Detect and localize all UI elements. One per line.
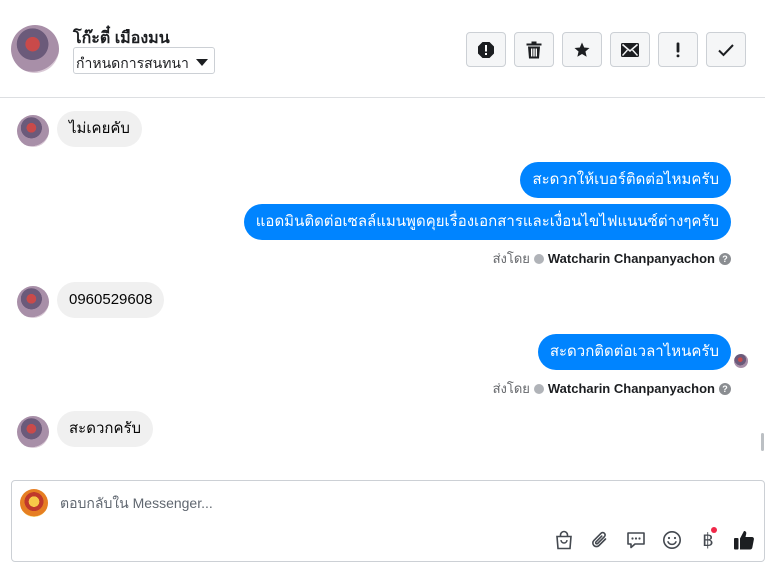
contact-avatar[interactable] bbox=[11, 25, 59, 73]
contact-message-avatar bbox=[17, 115, 49, 147]
notification-dot bbox=[711, 527, 717, 533]
saved-replies-button[interactable] bbox=[625, 529, 647, 551]
sent-by-label: ส่งโดย bbox=[492, 251, 530, 266]
mark-unread-button[interactable] bbox=[610, 32, 650, 67]
trash-icon bbox=[526, 41, 542, 58]
attach-file-button[interactable] bbox=[589, 529, 611, 551]
saved-replies-icon bbox=[627, 532, 645, 549]
help-icon[interactable]: ? bbox=[719, 252, 731, 265]
help-icon[interactable]: ? bbox=[719, 382, 731, 395]
message-thread[interactable]: ไม่เคยคับ สะดวกให้เบอร์ติดต่อไหมครับ แอด… bbox=[0, 98, 765, 478]
incoming-message[interactable]: 0960529608 bbox=[57, 282, 165, 318]
emoji-button[interactable] bbox=[661, 529, 683, 551]
sender-name[interactable]: Watcharin Chanpanyachon bbox=[548, 381, 715, 396]
sender-status-icon bbox=[533, 253, 544, 264]
sent-by-line: ส่งโดย Watcharin Chanpanyachon ? bbox=[493, 248, 731, 269]
outgoing-message[interactable]: สะดวกให้เบอร์ติดต่อไหมครับ bbox=[520, 162, 731, 198]
conversation-label-dropdown[interactable]: กำหนดการสนทนา bbox=[73, 47, 215, 74]
mark-done-button[interactable] bbox=[706, 32, 746, 67]
sender-status-icon bbox=[533, 383, 544, 394]
reply-composer: ฿ bbox=[11, 480, 765, 562]
thumbs-up-icon bbox=[734, 531, 754, 550]
outgoing-message[interactable]: สะดวกติดต่อเวลาไหนครับ bbox=[537, 334, 731, 370]
send-like-button[interactable] bbox=[732, 529, 756, 551]
sent-by-line: ส่งโดย Watcharin Chanpanyachon ? bbox=[493, 378, 731, 399]
contact-message-avatar bbox=[17, 416, 49, 448]
conversation-header: โก๊ะตี๋ เมืองมน กำหนดการสนทนา bbox=[0, 0, 765, 98]
sent-by-label: ส่งโดย bbox=[492, 381, 530, 396]
spam-icon bbox=[478, 41, 494, 58]
paperclip-icon bbox=[592, 531, 607, 548]
payment-button[interactable]: ฿ bbox=[697, 527, 719, 551]
incoming-message[interactable]: ไม่เคยคับ bbox=[57, 111, 142, 147]
seen-receipt-avatar bbox=[734, 354, 748, 368]
envelope-icon bbox=[621, 42, 639, 57]
shop-bag-button[interactable] bbox=[553, 529, 575, 551]
delete-button[interactable] bbox=[514, 32, 554, 67]
shop-bag-icon bbox=[556, 530, 572, 550]
thread-scrollbar[interactable] bbox=[761, 433, 764, 451]
contact-message-avatar bbox=[17, 286, 49, 318]
mark-important-button[interactable] bbox=[658, 32, 698, 67]
reply-input[interactable] bbox=[60, 495, 740, 511]
follow-up-button[interactable] bbox=[562, 32, 602, 67]
star-icon bbox=[574, 42, 590, 57]
emoji-icon bbox=[663, 531, 681, 549]
caret-down-icon bbox=[196, 59, 208, 66]
outgoing-message[interactable]: แอดมินติดต่อเซลล์แมนพูดคุยเรื่องเอกสารแล… bbox=[243, 204, 731, 240]
page-avatar bbox=[20, 489, 48, 517]
incoming-message[interactable]: สะดวกครับ bbox=[57, 411, 154, 447]
label-select-value: กำหนดการสนทนา bbox=[76, 55, 189, 71]
exclamation-icon bbox=[676, 42, 680, 57]
check-icon bbox=[718, 43, 734, 56]
sender-name[interactable]: Watcharin Chanpanyachon bbox=[548, 251, 715, 266]
mark-spam-button[interactable] bbox=[466, 32, 506, 67]
